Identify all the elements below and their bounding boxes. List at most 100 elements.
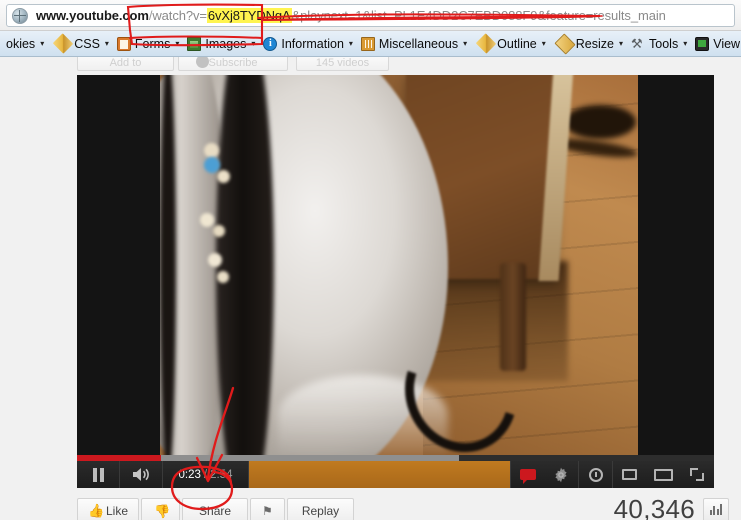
captions-button[interactable] <box>510 461 544 488</box>
ad-overlay-strip[interactable] <box>249 461 510 488</box>
like-button[interactable]: 👍 Like <box>77 498 140 520</box>
background-object <box>564 105 636 139</box>
toolbar-label-outline: Outline <box>497 36 537 51</box>
pause-icon <box>92 467 104 482</box>
flag-icon: ⚑ <box>262 504 273 518</box>
toolbar-item-miscellaneous[interactable]: Miscellaneous ▾ <box>359 31 473 56</box>
small-player-icon <box>622 469 637 480</box>
monitor-icon <box>695 36 710 51</box>
pause-button[interactable] <box>77 461 120 488</box>
toolbar-item-information[interactable]: i Information ▾ <box>261 31 359 56</box>
toolbar-item-resize[interactable]: Resize ▾ <box>552 31 629 56</box>
theater-mode-button[interactable] <box>646 461 680 488</box>
video-viewport[interactable] <box>77 75 714 455</box>
toolbar-label-images: Images <box>205 36 247 51</box>
settings-button[interactable] <box>544 461 578 488</box>
appliance-indicator-5 <box>213 225 225 237</box>
time-separator: / <box>203 468 208 481</box>
video-action-bar: 👍 Like 👍 Share ⚑ Replay <box>77 498 356 520</box>
toolbar-item-css[interactable]: CSS ▾ <box>50 31 115 56</box>
toolbar-item-outline[interactable]: Outline ▾ <box>473 31 552 56</box>
url-query-rest: &playnext=1&list=PL1E4DD2C7EBD088F9&feat… <box>291 8 666 23</box>
add-to-button[interactable]: Add to <box>77 57 174 71</box>
browser-chrome: www.youtube.com/watch?v=6vXj8TYDNqA&play… <box>0 0 741 31</box>
toolbar-item-forms[interactable]: Forms ▾ <box>115 31 185 56</box>
settings-gear-icon <box>555 467 567 482</box>
like-label: Like <box>106 504 129 518</box>
toolbar-label-cookies: okies <box>6 36 36 51</box>
share-button[interactable]: Share <box>182 498 249 520</box>
captions-icon <box>519 469 536 484</box>
appliance-indicator-3 <box>217 170 230 183</box>
video-image <box>160 75 638 455</box>
share-label: Share <box>199 504 232 518</box>
small-player-button[interactable] <box>612 461 646 488</box>
appliance-indicator-1 <box>204 143 219 158</box>
url-path: watch?v= <box>152 8 207 23</box>
chevron-down-icon: ▾ <box>40 39 45 48</box>
volume-button[interactable] <box>120 461 163 488</box>
cabinet-leg <box>500 263 526 371</box>
video-count-button[interactable]: 145 videos <box>296 57 389 71</box>
toolbar-label-tools: Tools <box>649 36 679 51</box>
tools-icon: ⚒ <box>631 35 643 51</box>
watch-later-clock-icon <box>588 467 603 482</box>
letterbox-left <box>77 75 160 455</box>
appliance-indicator-7 <box>217 271 229 283</box>
chevron-down-icon: ▾ <box>104 39 109 48</box>
pencil-icon <box>52 33 74 54</box>
player-right-controls <box>510 461 714 488</box>
thumbs-up-icon: 👍 <box>88 503 105 518</box>
player-controls: 0:23 / 2:54 <box>77 461 714 488</box>
chevron-down-icon: ▾ <box>175 39 180 48</box>
toolbar-item-view-source[interactable]: View Source ▾ <box>693 31 741 56</box>
pencil-icon <box>475 33 497 54</box>
youtube-page: Add to Subscribe 145 videos 0:23 / 2:54 … <box>0 57 741 520</box>
toolbar-item-images[interactable]: Images ▾ <box>185 31 261 56</box>
bar-chart-icon <box>709 509 712 515</box>
address-bar[interactable]: www.youtube.com/watch?v=6vXj8TYDNqA&play… <box>6 4 735 27</box>
toolbar-label-view-source: View Source <box>713 36 741 51</box>
theater-mode-icon <box>653 468 673 481</box>
toolbar-item-tools[interactable]: ⚒ Tools ▾ <box>629 31 693 56</box>
clipboard-icon <box>116 36 131 51</box>
toolbar-item-cookies[interactable]: okies ▾ <box>0 31 50 56</box>
time-display: 0:23 / 2:54 <box>163 461 249 488</box>
view-count-area: 40,346 <box>614 494 729 520</box>
chevron-down-icon: ▾ <box>463 39 468 48</box>
web-developer-toolbar: okies ▾ CSS ▾ Forms ▾ Images ▾ i Informa… <box>0 31 741 57</box>
statistics-button[interactable] <box>703 497 729 520</box>
fullscreen-button[interactable] <box>680 461 714 488</box>
replay-label: Replay <box>301 504 340 518</box>
toolbar-label-css: CSS <box>74 36 100 51</box>
fullscreen-icon <box>690 468 704 481</box>
watch-later-button[interactable] <box>578 461 612 488</box>
toolbar-label-resize: Resize <box>575 36 614 51</box>
dislike-button[interactable]: 👍 <box>141 498 181 520</box>
video-player[interactable]: 0:23 / 2:54 <box>77 75 714 488</box>
chevron-down-icon: ▾ <box>619 39 624 48</box>
appliance-indicator-6 <box>208 253 222 267</box>
image-icon <box>187 36 202 51</box>
address-bar-url: www.youtube.com/watch?v=6vXj8TYDNqA&play… <box>28 8 666 23</box>
info-icon: i <box>263 36 278 51</box>
appliance-indicator-4 <box>200 213 214 227</box>
toolbar-label-information: Information <box>281 36 344 51</box>
url-video-id: 6vXj8TYDNqA <box>206 8 292 23</box>
book-icon <box>360 36 375 51</box>
toolbar-label-forms: Forms <box>134 36 171 51</box>
subscribe-button[interactable]: Subscribe <box>178 57 288 71</box>
chevron-down-icon: ▾ <box>348 39 353 48</box>
letterbox-right <box>638 75 714 455</box>
bar-chart-icon <box>716 508 719 515</box>
toolbar-label-miscellaneous: Miscellaneous <box>378 36 459 51</box>
thumbs-down-icon: 👍 <box>154 504 171 519</box>
flag-button[interactable]: ⚑ <box>250 498 285 520</box>
replay-button[interactable]: Replay <box>286 498 355 520</box>
current-time: 0:23 <box>178 468 201 481</box>
url-domain: www.youtube.com <box>36 8 149 23</box>
view-count: 40,346 <box>613 494 695 520</box>
globe-icon <box>12 7 28 24</box>
ruler-icon <box>554 32 576 55</box>
bar-chart-icon <box>720 503 723 515</box>
